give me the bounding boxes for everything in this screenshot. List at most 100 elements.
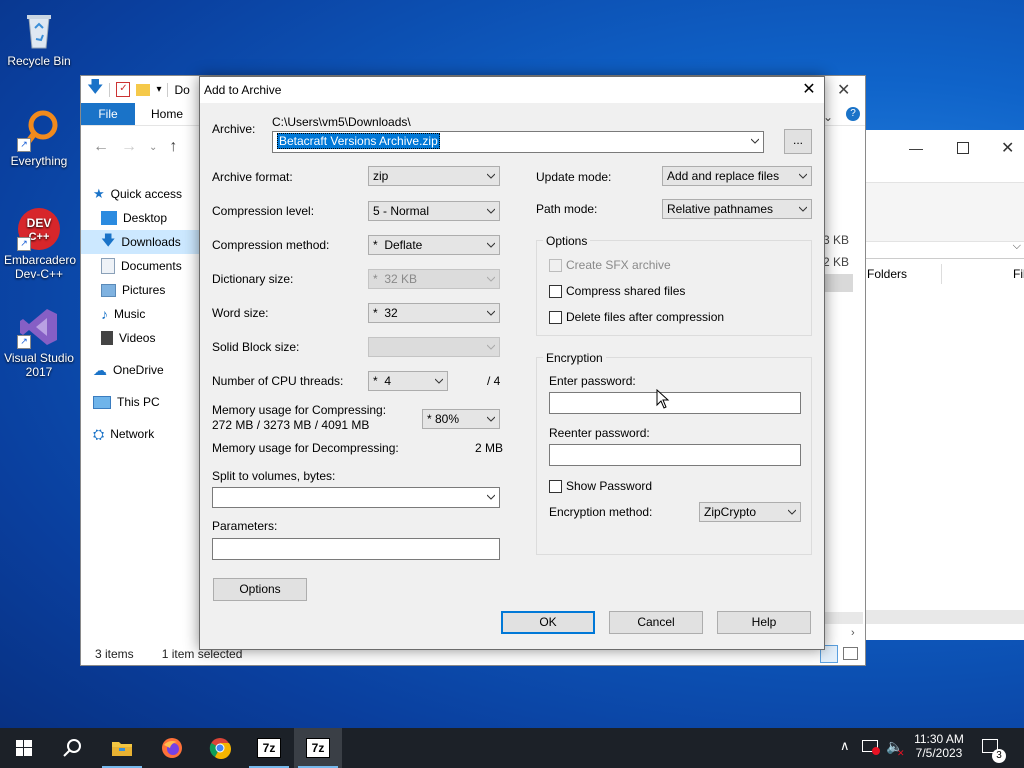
chevron-down-icon (487, 276, 495, 282)
compression-level-value: 5 - Normal (373, 204, 430, 218)
delete-after-checkbox[interactable]: Delete files after compression (549, 310, 724, 324)
memory-compress-label: Memory usage for Compressing: (212, 403, 387, 417)
taskbar-7zip-dialog[interactable]: 7z (294, 728, 342, 768)
compression-level-label: Compression level: (212, 204, 315, 218)
sidebar-item-quick-access[interactable]: ★ Quick access (93, 182, 203, 206)
recent-dropdown-icon[interactable]: ⌄ (149, 142, 157, 153)
solid-block-size-select[interactable] (368, 337, 500, 357)
close-icon[interactable]: ✕ (794, 77, 824, 103)
sidebar-item-videos[interactable]: Videos (93, 326, 203, 350)
sidebar-item-label: Videos (119, 331, 156, 345)
sidebar-item-pictures[interactable]: Pictures (93, 278, 203, 302)
show-password-checkbox[interactable]: Show Password (549, 479, 652, 493)
update-mode-value: Add and replace files (667, 169, 780, 183)
cpu-threads-label: Number of CPU threads: (212, 374, 344, 388)
visual-studio-desktop-icon[interactable]: ↗ Visual Studio 2017 (1, 305, 77, 379)
create-sfx-checkbox[interactable]: Create SFX archive (549, 258, 671, 272)
everything-label: Everything (10, 154, 68, 168)
archive-format-select[interactable]: zip (368, 166, 500, 186)
sidebar-item-downloads[interactable]: 🡇 Downloads (81, 230, 209, 254)
browse-button[interactable]: ... (784, 129, 812, 154)
properties-icon[interactable]: ✓ (116, 82, 131, 97)
network-error-badge-icon (872, 747, 880, 755)
devcpp-label: Embarcadero Dev-C++ (4, 253, 77, 281)
sidebar-item-documents[interactable]: Documents (93, 254, 203, 278)
chevron-down-icon (487, 344, 495, 350)
memory-compress-select[interactable]: * 80% (422, 409, 500, 429)
sidebar-item-music[interactable]: ♪ Music (93, 302, 203, 326)
everything-desktop-icon[interactable]: ↗ Everything (1, 108, 77, 168)
new-folder-icon[interactable] (136, 83, 151, 96)
checkbox-box (549, 310, 562, 324)
maximize-icon[interactable] (957, 142, 969, 154)
back-arrow-icon[interactable]: ← (93, 138, 109, 156)
options-button[interactable]: Options (213, 578, 307, 601)
chevron-down-icon (487, 494, 495, 500)
encryption-method-select[interactable]: ZipCrypto (699, 502, 801, 522)
help-button[interactable]: Help (717, 611, 811, 634)
chevron-down-icon[interactable]: ⌵ (1013, 240, 1021, 253)
start-button[interactable] (0, 728, 48, 768)
dictionary-size-select[interactable]: * 32 KB (368, 269, 500, 289)
ok-button[interactable]: OK (501, 611, 595, 634)
sidebar-item-network[interactable]: ⛭ Network (93, 422, 203, 446)
sidebar-item-label: OneDrive (113, 363, 164, 377)
archive-name-combobox[interactable]: Betacraft Versions Archive.zip (272, 131, 764, 153)
parameters-input[interactable] (212, 538, 500, 560)
up-arrow-icon[interactable]: ↑ (169, 138, 177, 156)
chevron-down-icon (788, 509, 796, 515)
close-icon[interactable]: ✕ (837, 80, 850, 100)
taskbar-file-explorer[interactable] (98, 728, 146, 768)
reenter-password-input[interactable] (549, 444, 801, 466)
sidebar-item-this-pc[interactable]: This PC (93, 390, 203, 414)
forward-arrow-icon[interactable]: → (121, 138, 137, 156)
taskbar-7zip[interactable]: 7z (245, 728, 293, 768)
magnifier-icon: ↗ (17, 108, 61, 152)
split-volumes-label: Split to volumes, bytes: (212, 469, 336, 483)
clock-date: 7/5/2023 (915, 746, 963, 760)
column-header-folders[interactable]: Folders (867, 267, 907, 281)
cancel-button[interactable]: Cancel (609, 611, 703, 634)
reenter-password-label: Reenter password: (549, 426, 650, 440)
path-mode-select[interactable]: Relative pathnames (662, 199, 812, 219)
clock[interactable]: 11:30 AM 7/5/2023 (912, 732, 966, 760)
show-password-label: Show Password (566, 479, 653, 493)
sevenzip-icon: 7z (306, 738, 330, 758)
recycle-bin-desktop-icon[interactable]: Recycle Bin (1, 8, 77, 68)
sidebar-item-desktop[interactable]: Desktop (93, 206, 203, 230)
horizontal-scrollbar[interactable] (825, 612, 863, 624)
chrome-icon (209, 738, 231, 759)
cpu-threads-select[interactable]: * 4 (368, 371, 448, 391)
compress-shared-checkbox[interactable]: Compress shared files (549, 284, 685, 298)
address-bar[interactable]: ⌵ (863, 238, 1024, 259)
quick-access-dropdown-icon[interactable]: ▾ (156, 84, 161, 95)
large-icons-view-icon[interactable] (843, 647, 858, 660)
word-size-select[interactable]: * 32 (368, 303, 500, 323)
download-arrow-icon: 🡇 (101, 232, 116, 248)
tab-home[interactable]: Home (135, 103, 199, 125)
search-button[interactable] (48, 728, 96, 768)
minimize-icon[interactable]: — (909, 140, 923, 156)
column-header-fi[interactable]: Fil (1013, 267, 1024, 281)
selected-row-fragment[interactable] (825, 274, 853, 292)
sidebar-item-onedrive[interactable]: ☁ OneDrive (93, 358, 203, 382)
taskbar-chrome[interactable] (196, 728, 244, 768)
dictionary-size-label: Dictionary size: (212, 272, 294, 286)
show-hidden-icons-chevron-icon[interactable]: ∧ (840, 738, 850, 754)
help-icon[interactable]: ? (846, 107, 860, 121)
checkbox-box (549, 284, 562, 298)
split-volumes-combobox[interactable] (212, 487, 500, 508)
enter-password-input[interactable] (549, 392, 801, 414)
tab-file[interactable]: File (81, 103, 135, 125)
dialog-title: Add to Archive (204, 83, 282, 97)
scroll-right-icon[interactable]: › (851, 627, 855, 639)
update-mode-select[interactable]: Add and replace files (662, 166, 812, 186)
taskbar-firefox[interactable] (148, 728, 196, 768)
divider (167, 82, 169, 97)
compression-method-select[interactable]: * Deflate (368, 235, 500, 255)
add-to-archive-dialog: Add to Archive ✕ Archive: C:\Users\vm5\D… (199, 76, 825, 650)
close-icon[interactable]: ✕ (1001, 138, 1014, 158)
compression-level-select[interactable]: 5 - Normal (368, 201, 500, 221)
horizontal-scrollbar[interactable] (863, 610, 1024, 624)
devcpp-desktop-icon[interactable]: DEV C++ ↗ Embarcadero Dev-C++ (1, 207, 77, 281)
